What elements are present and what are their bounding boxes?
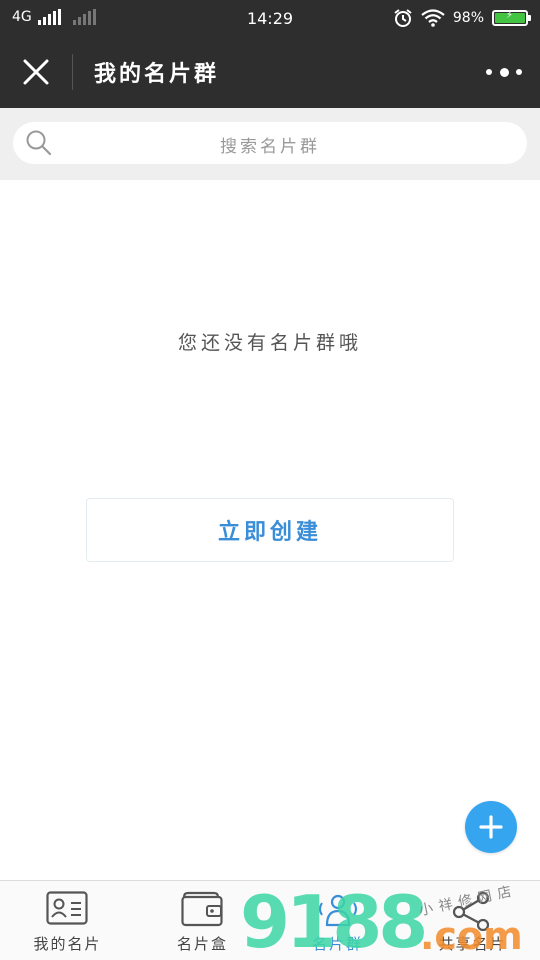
status-bar: 4G 14:29 98% [0,0,540,36]
empty-state-message: 您还没有名片群哦 [177,332,362,354]
more-button[interactable] [486,60,522,84]
close-icon [23,59,49,85]
search-area: 搜索名片群 [0,108,540,180]
create-group-button[interactable]: 立即创建 [86,498,454,562]
bottom-tab-bar: 我的名片 名片盒 名片群 共享名片 [0,880,540,960]
tab-shared-card[interactable]: 共享名片 [405,881,540,960]
add-button[interactable] [465,801,517,853]
tab-label: 名片盒 [176,935,228,953]
id-card-icon [46,891,88,925]
tab-my-card[interactable]: 我的名片 [0,881,135,960]
title-divider [72,54,73,90]
alarm-icon [394,9,412,27]
wallet-icon [181,891,223,927]
plus-icon [479,815,503,839]
close-button[interactable] [16,52,56,92]
tab-label: 共享名片 [438,935,507,953]
battery-icon [492,10,531,26]
share-icon [452,891,490,931]
tab-card-group[interactable]: 名片群 [270,881,405,960]
search-input[interactable]: 搜索名片群 [13,122,527,164]
tab-card-box[interactable]: 名片盒 [135,881,270,960]
main-content: 您还没有名片群哦 立即创建 [0,180,540,880]
group-icon [319,894,357,927]
search-placeholder: 搜索名片群 [220,137,320,157]
page-title: 我的名片群 [94,62,220,87]
tab-label: 我的名片 [33,935,102,953]
title-bar: 我的名片群 [0,36,540,108]
wifi-icon [421,9,445,27]
battery-percent: 98% [452,10,484,26]
tab-label: 名片群 [311,935,363,953]
